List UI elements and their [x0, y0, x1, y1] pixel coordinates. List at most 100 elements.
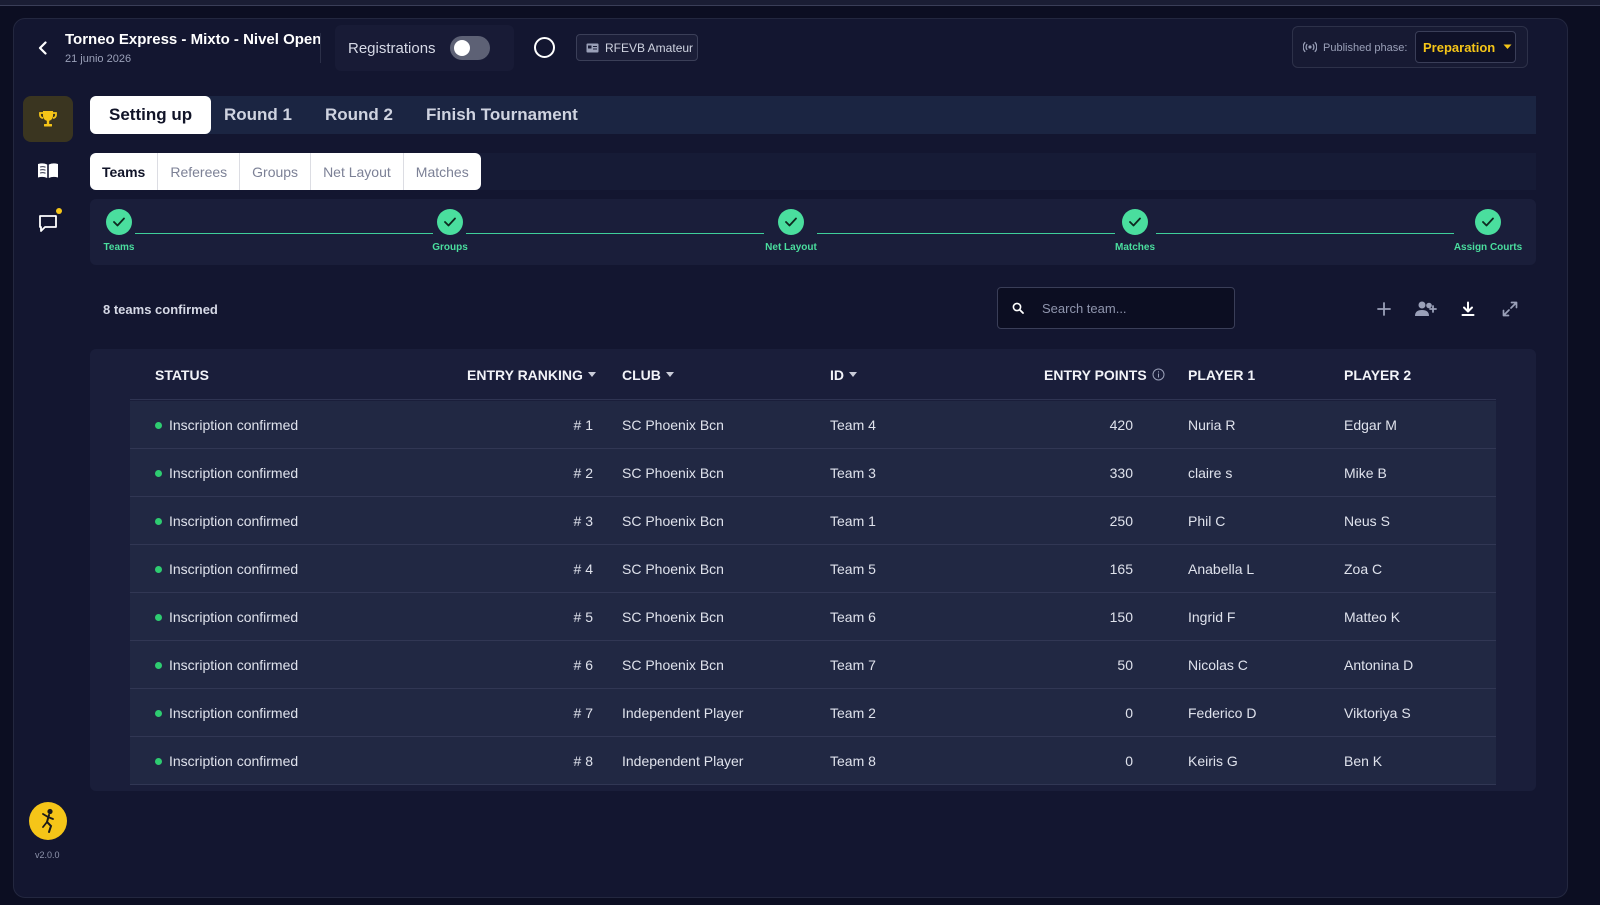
col-entry-ranking[interactable]: ENTRY RANKING: [467, 349, 596, 400]
trophy-icon: [39, 111, 57, 127]
team-id-cell[interactable]: Team 4: [830, 401, 876, 449]
team-id-cell[interactable]: Team 6: [830, 593, 876, 641]
player-2-cell: Antonina D: [1344, 657, 1414, 673]
col-player-1-label: PLAYER 1: [1188, 366, 1256, 383]
search-icon: [1012, 302, 1024, 314]
tab-setting-up[interactable]: Setting up: [90, 96, 212, 134]
club-cell: SC Phoenix Bcn: [622, 465, 724, 481]
status-cell: Inscription confirmed: [155, 545, 298, 593]
team-id-cell[interactable]: Team 8: [830, 737, 876, 785]
tab-finish-tournament[interactable]: Finish Tournament: [426, 96, 578, 134]
expand-icon: [1502, 301, 1518, 317]
info-icon: [1152, 368, 1165, 381]
player-2-cell: Viktoriya S: [1344, 705, 1411, 721]
step-label-assign-courts: Assign Courts: [1453, 242, 1523, 253]
table-row[interactable]: Inscription confirmed # 3 SC Phoenix Bcn Te…: [130, 497, 1496, 545]
step-assign-courts[interactable]: [1475, 209, 1501, 235]
status-cell: Inscription confirmed: [155, 593, 298, 641]
chevron-left-icon: [38, 41, 47, 55]
sidebar-item-rules[interactable]: [23, 148, 73, 194]
col-entry-ranking-label: ENTRY RANKING: [467, 366, 583, 383]
status-dot: [155, 565, 162, 573]
step-net-layout[interactable]: [778, 209, 804, 235]
status-cell: Inscription confirmed: [155, 641, 298, 689]
id-card-icon: [586, 43, 599, 52]
club-cell: SC Phoenix Bcn: [622, 657, 724, 673]
check-icon: [113, 217, 125, 227]
team-id-cell[interactable]: Team 5: [830, 545, 876, 593]
col-entry-points[interactable]: ENTRY POINTS: [1044, 349, 1165, 400]
back-button[interactable]: [32, 37, 54, 59]
registrations-control: Registrations: [335, 25, 514, 71]
col-club[interactable]: CLUB: [622, 349, 674, 400]
tournament-title: Torneo Express - Mixto - Nivel Open: [65, 31, 322, 48]
table-row[interactable]: Inscription confirmed # 8 Independent Play…: [130, 737, 1496, 785]
expand-button[interactable]: [1498, 297, 1522, 321]
step-groups[interactable]: [437, 209, 463, 235]
published-phase-label: Published phase:: [1323, 42, 1408, 54]
col-id[interactable]: ID: [830, 349, 857, 400]
status-dot: [155, 709, 162, 717]
table-row[interactable]: Inscription confirmed # 1 SC Phoenix Bcn Te…: [130, 401, 1496, 449]
status-text: Inscription confirmed: [169, 753, 299, 769]
team-id-cell[interactable]: Team 3: [830, 449, 876, 497]
entry-points-cell: 150: [1109, 609, 1133, 625]
ranking-cell: # 5: [573, 609, 593, 625]
player-1-cell: Keiris G: [1188, 753, 1238, 769]
tab-round-2[interactable]: Round 2: [325, 96, 393, 134]
search-team-input[interactable]: [1042, 300, 1212, 316]
status-cell: Inscription confirmed: [155, 401, 298, 449]
sidebar-item-messages[interactable]: [23, 200, 73, 246]
add-team-button[interactable]: [1372, 297, 1396, 321]
table-row[interactable]: Inscription confirmed # 6 SC Phoenix Bcn Te…: [130, 641, 1496, 689]
status-cell: Inscription confirmed: [155, 737, 298, 785]
add-users-icon: [1415, 301, 1437, 316]
published-phase-select[interactable]: Preparation: [1415, 31, 1516, 63]
plus-icon: [1377, 302, 1391, 316]
step-connector: [817, 233, 1115, 234]
sidebar-item-tournament[interactable]: [23, 96, 73, 142]
col-status[interactable]: STATUS: [155, 349, 209, 400]
team-id-cell[interactable]: Team 2: [830, 689, 876, 737]
add-player-button[interactable]: [1414, 297, 1438, 321]
user-avatar[interactable]: [29, 802, 67, 840]
col-entry-points-label: ENTRY POINTS: [1044, 366, 1147, 383]
status-circle-button[interactable]: [534, 37, 555, 58]
entry-points-cell: 0: [1125, 705, 1133, 721]
notification-dot: [56, 208, 62, 214]
tab-round-1[interactable]: Round 1: [224, 96, 292, 134]
subtab-net-layout[interactable]: Net Layout: [311, 153, 404, 190]
check-icon: [444, 217, 456, 227]
subtab-matches[interactable]: Matches: [404, 153, 481, 190]
col-player-2: PLAYER 2: [1344, 349, 1411, 400]
ranking-cell: # 3: [573, 513, 593, 529]
team-id-cell[interactable]: Team 1: [830, 497, 876, 545]
status-dot: [155, 613, 162, 621]
sub-tab-bar: Teams Referees Groups Net Layout Matches: [90, 153, 1536, 190]
step-teams[interactable]: [106, 209, 132, 235]
download-button[interactable]: [1456, 297, 1480, 321]
entry-points-cell: 50: [1117, 657, 1133, 673]
ranking-cell: # 7: [573, 705, 593, 721]
check-icon: [1482, 217, 1494, 227]
entry-points-cell: 330: [1109, 465, 1133, 481]
entry-points-cell: 0: [1125, 753, 1133, 769]
table-row[interactable]: Inscription confirmed # 4 SC Phoenix Bcn Te…: [130, 545, 1496, 593]
tournament-header: Torneo Express - Mixto - Nivel Open 21 j…: [14, 19, 1567, 77]
player-1-cell: Phil C: [1188, 513, 1226, 529]
step-matches[interactable]: [1122, 209, 1148, 235]
federation-badge[interactable]: RFEVB Amateur: [576, 34, 698, 61]
table-row[interactable]: Inscription confirmed # 5 SC Phoenix Bcn Te…: [130, 593, 1496, 641]
step-label-groups: Groups: [432, 242, 468, 253]
teams-confirmed-count: 8 teams confirmed: [103, 302, 218, 317]
subtab-teams[interactable]: Teams: [90, 153, 159, 190]
subtab-groups[interactable]: Groups: [240, 153, 312, 190]
team-id-cell[interactable]: Team 7: [830, 641, 876, 689]
table-row[interactable]: Inscription confirmed # 2 SC Phoenix Bcn Te…: [130, 449, 1496, 497]
subtab-referees[interactable]: Referees: [158, 153, 241, 190]
status-text: Inscription confirmed: [169, 561, 299, 577]
published-phase-value: Preparation: [1423, 39, 1496, 55]
registrations-toggle[interactable]: [450, 36, 490, 60]
table-row[interactable]: Inscription confirmed # 7 Independent Play…: [130, 689, 1496, 737]
status-dot: [155, 757, 162, 765]
